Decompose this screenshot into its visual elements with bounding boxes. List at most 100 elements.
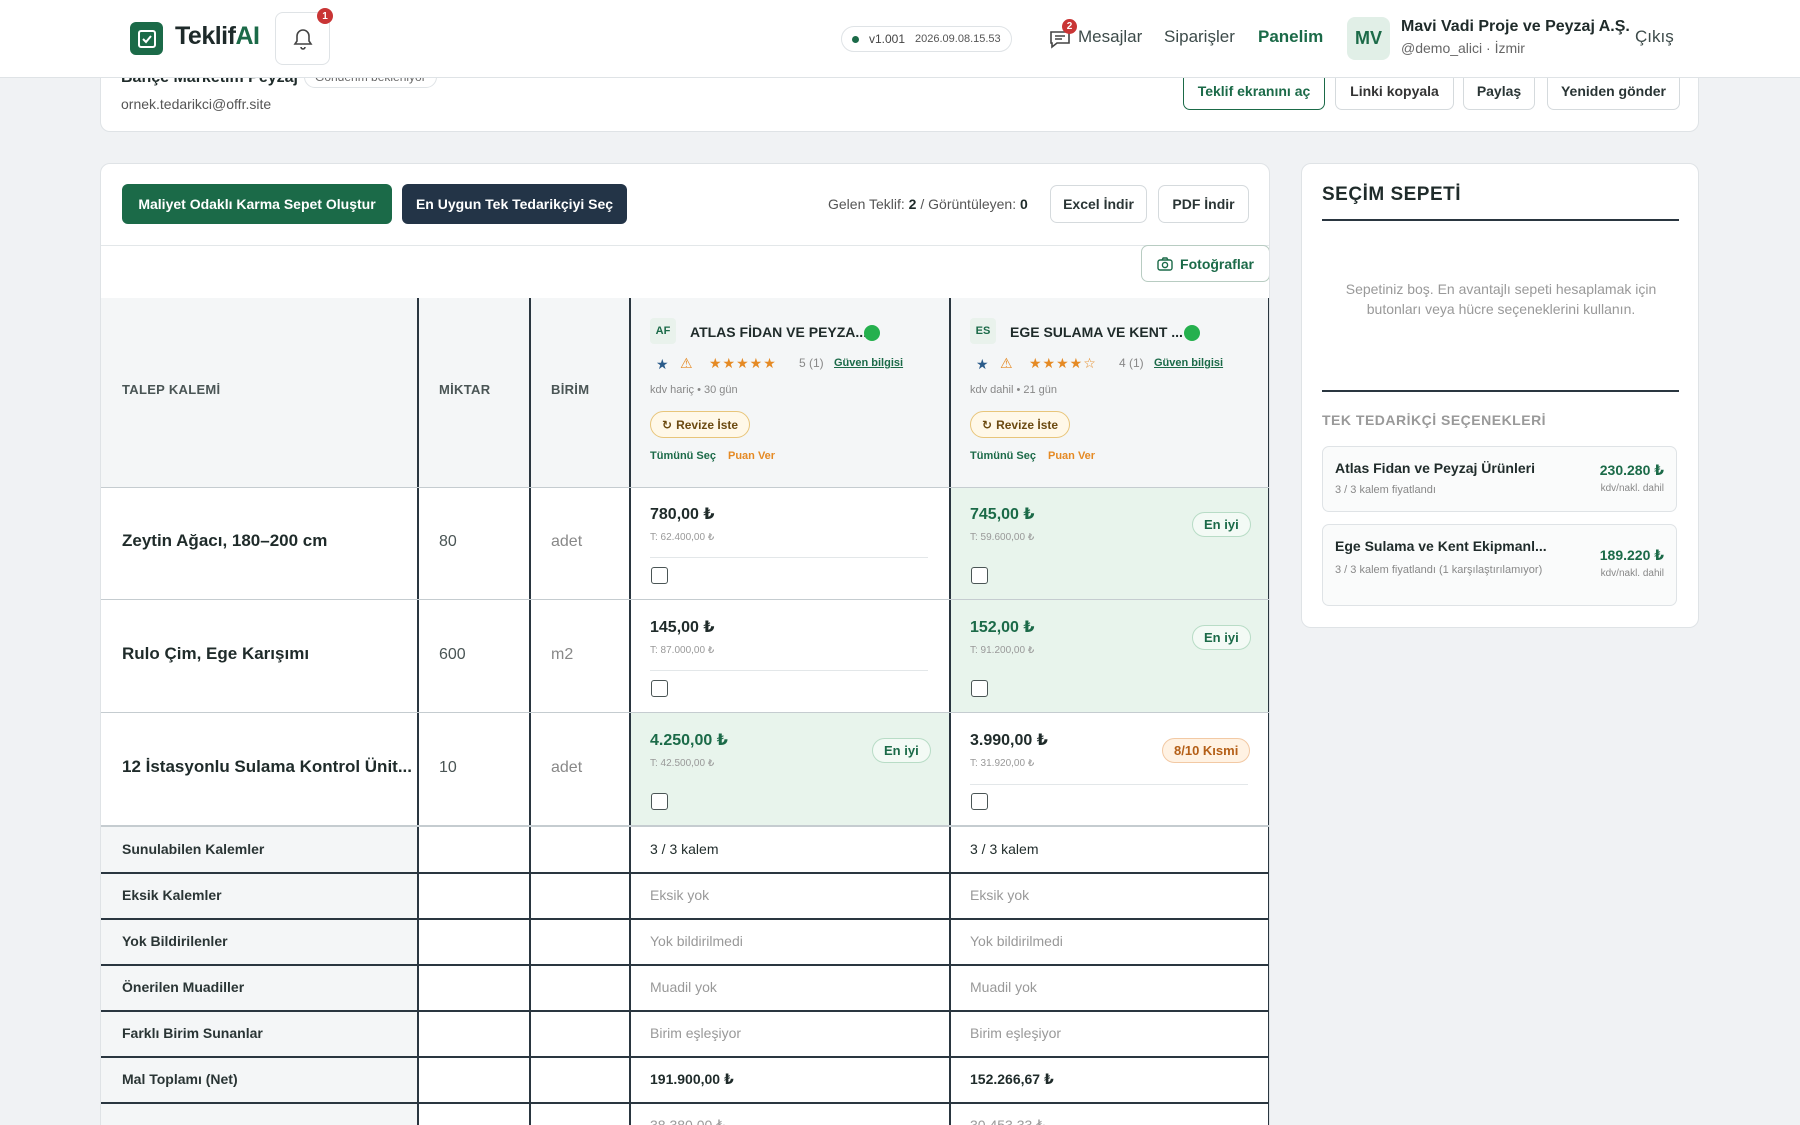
summary-value: Eksik yok — [970, 887, 1030, 903]
whatsapp-icon[interactable] — [864, 325, 880, 341]
summary-value: Muadil yok — [970, 979, 1037, 995]
pdf-download-button[interactable]: PDF İndir — [1158, 185, 1249, 223]
viewed-label: / Görüntüleyen: — [920, 196, 1017, 212]
version-pill: v1.001 2026.09.08.15.53 — [841, 26, 1012, 52]
item-qty: 80 — [439, 533, 457, 550]
select-checkbox[interactable] — [971, 567, 988, 584]
notification-badge: 1 — [317, 8, 333, 24]
line-total: T: 91.200,00 ₺ — [970, 645, 1035, 656]
item-unit: m2 — [551, 646, 574, 663]
item-qty: 10 — [439, 759, 457, 776]
summary-label: Önerilen Muadiller — [122, 979, 245, 995]
supplier-meta: kdv hariç • 30 gün — [650, 384, 738, 396]
photos-button[interactable]: Fotoğraflar — [1141, 245, 1269, 282]
warning-icon: ⚠ — [1000, 355, 1013, 371]
summary-label: Yok Bildirilenler — [122, 933, 228, 949]
unit-price: 3.990,00 ₺ — [970, 732, 1048, 749]
rate-link[interactable]: Puan Ver — [728, 450, 775, 462]
partial-badge: 8/10 Kısmi — [1162, 738, 1251, 763]
option-price: 189.220 ₺ — [1599, 547, 1664, 563]
avatar[interactable]: MV — [1347, 17, 1390, 60]
brand-text: Teklif — [175, 22, 236, 50]
supplier-name[interactable]: ATLAS FİDAN VE PEYZA... — [690, 324, 867, 340]
best-single-supplier-button[interactable]: En Uygun Tek Tedarikçiyi Seç — [402, 184, 627, 224]
col-qty-header: MİKTAR — [439, 382, 491, 397]
photos-label: Fotoğraflar — [1180, 255, 1254, 272]
user-handle: @demo_alici · İzmir — [1401, 40, 1525, 56]
app-header: TeklifAI 1 v1.001 2026.09.08.15.53 2 Mes… — [0, 0, 1800, 78]
select-checkbox[interactable] — [971, 793, 988, 810]
excel-download-button[interactable]: Excel İndir — [1050, 185, 1147, 223]
select-checkbox[interactable] — [651, 567, 668, 584]
col-item-header: TALEP KALEMİ — [122, 382, 221, 397]
best-badge: En iyi — [1192, 512, 1251, 537]
summary-value: 152.266,67 ₺ — [970, 1071, 1054, 1087]
select-all-link[interactable]: Tümünü Seç — [650, 450, 716, 462]
version-text: v1.001 — [869, 32, 906, 46]
line-total: T: 62.400,00 ₺ — [650, 532, 715, 543]
option-price: 230.280 ₺ — [1599, 462, 1664, 478]
summary-label: Mal Toplamı (Net) — [122, 1071, 238, 1087]
summary-value: 3 / 3 kalem — [970, 841, 1039, 857]
summary-value: Yok bildirilmedi — [650, 933, 743, 949]
summary-label: Sunulabilen Kalemler — [122, 841, 265, 857]
summary-value: Birim eşleşiyor — [970, 1025, 1062, 1041]
trust-info-link[interactable]: Güven bilgisi — [834, 357, 903, 369]
line-total: T: 87.000,00 ₺ — [650, 645, 715, 656]
rate-link[interactable]: Puan Ver — [1048, 450, 1095, 462]
revise-request-button[interactable]: ↻ Revize İste — [970, 411, 1071, 438]
verified-star-icon: ★ — [976, 356, 989, 372]
item-name: 12 İstasyonlu Sulama Kontrol Ünit... — [122, 757, 412, 776]
revise-label: Revize İste — [676, 417, 739, 432]
option-subtext: 3 / 3 kalem fiyatlandı — [1335, 484, 1436, 496]
rating-count: 4 (1) — [1119, 356, 1144, 370]
option-supplier-name: Atlas Fidan ve Peyzaj Ürünleri — [1335, 460, 1535, 476]
unit-price: 145,00 ₺ — [650, 619, 715, 636]
revise-request-button[interactable]: ↻ Revize İste — [650, 411, 751, 438]
brand-name[interactable]: TeklifAI — [175, 22, 260, 51]
select-checkbox[interactable] — [651, 680, 668, 697]
brand-ai-text: AI — [235, 22, 260, 50]
refresh-icon: ↻ — [982, 417, 993, 432]
select-checkbox[interactable] — [971, 680, 988, 697]
item-qty: 600 — [439, 646, 466, 663]
summary-label: Eksik Kalemler — [122, 887, 222, 903]
logout-link[interactable]: Çıkış — [1635, 27, 1674, 47]
unit-price: 745,00 ₺ — [970, 506, 1035, 523]
select-all-link[interactable]: Tümünü Seç — [970, 450, 1036, 462]
basket-title: SEÇİM SEPETİ — [1322, 184, 1462, 205]
summary-value: Eksik yok — [650, 887, 710, 903]
mixed-basket-button[interactable]: Maliyet Odaklı Karma Sepet Oluştur — [122, 184, 392, 224]
rating-count: 5 (1) — [799, 356, 824, 370]
single-supplier-option[interactable]: Ege Sulama ve Kent Ekipmanl... 3 / 3 kal… — [1322, 524, 1677, 606]
whatsapp-icon[interactable] — [1184, 325, 1200, 341]
summary-value: Muadil yok — [650, 979, 717, 995]
single-supplier-option[interactable]: Atlas Fidan ve Peyzaj Ürünleri 3 / 3 kal… — [1322, 446, 1677, 512]
nav-panel[interactable]: Panelim — [1258, 27, 1323, 47]
verified-star-icon: ★ — [656, 356, 669, 372]
summary-value: 30.453,33 ₺ — [970, 1117, 1046, 1125]
unit-price: 780,00 ₺ — [650, 506, 715, 523]
nav-orders[interactable]: Siparişler — [1164, 27, 1235, 47]
invite-email: ornek.tedarikci@offr.site — [121, 96, 272, 112]
option-subtext: 3 / 3 kalem fiyatlandı (1 karşılaştırıla… — [1335, 564, 1543, 576]
message-badge: 2 — [1062, 19, 1077, 34]
summary-value: 38.380,00 ₺ — [650, 1117, 726, 1125]
item-name: Rulo Çim, Ege Karışımı — [122, 644, 310, 663]
nav-messages[interactable]: Mesajlar — [1078, 27, 1142, 47]
user-name: Mavi Vadi Proje ve Peyzaj A.Ş. — [1401, 18, 1630, 35]
summary-value: Yok bildirilmedi — [970, 933, 1063, 949]
item-unit: adet — [551, 759, 583, 776]
option-supplier-name: Ege Sulama ve Kent Ekipmanl... — [1335, 538, 1547, 554]
item-name: Zeytin Ağacı, 180–200 cm — [122, 531, 328, 550]
logo-icon[interactable] — [130, 22, 163, 55]
trust-info-link[interactable]: Güven bilgisi — [1154, 357, 1223, 369]
line-total: T: 42.500,00 ₺ — [650, 758, 715, 769]
supplier-name[interactable]: EGE SULAMA VE KENT ... — [1010, 324, 1183, 340]
refresh-icon: ↻ — [662, 417, 673, 432]
unit-price: 4.250,00 ₺ — [650, 732, 728, 749]
supplier-avatar: AF — [650, 318, 676, 344]
select-checkbox[interactable] — [651, 793, 668, 810]
incoming-value: 2 — [908, 196, 917, 212]
rating-stars: ★★★★☆ — [1029, 355, 1097, 371]
